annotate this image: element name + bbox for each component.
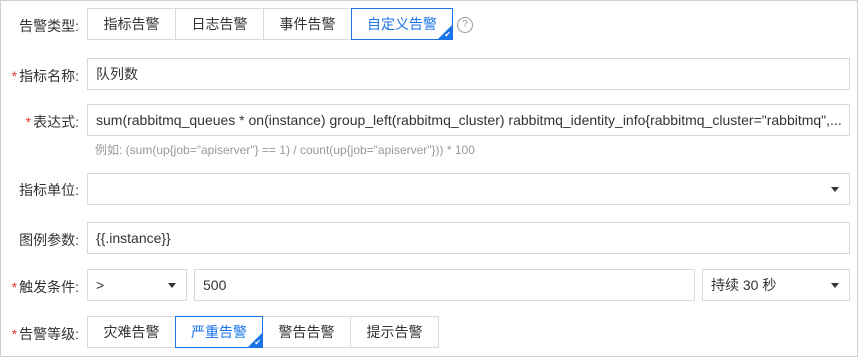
alert-type-option-custom[interactable]: 自定义告警 ✔ — [351, 8, 453, 40]
legend-param-input[interactable]: {{.instance}} — [87, 222, 850, 254]
required-mark: * — [11, 326, 18, 342]
alert-type-option-metric[interactable]: 指标告警 — [87, 8, 176, 40]
option-label: 警告告警 — [278, 324, 335, 340]
expression-input[interactable]: sum(rabbitmq_queues * on(instance) group… — [87, 104, 850, 136]
option-label: 严重告警 — [191, 324, 247, 340]
trigger-label-text: 触发条件: — [19, 279, 79, 295]
alert-type-option-event[interactable]: 事件告警 — [263, 8, 352, 40]
alert-level-label-text: 告警等级: — [19, 326, 79, 342]
trigger-operator-value: > — [96, 277, 105, 293]
alert-form: 告警类型: 指标告警 日志告警 事件告警 自定义告警 ✔ ? * 指标名称: 队列… — [0, 0, 858, 357]
expression-label-text: 表达式: — [33, 114, 79, 130]
check-icon: ✔ — [444, 30, 451, 39]
alert-level-segmented: 灾难告警 严重告警 ✔ 警告告警 提示告警 — [87, 316, 439, 348]
expression-label: * 表达式: — [26, 112, 79, 132]
trigger-threshold-input[interactable]: 500 — [194, 269, 695, 301]
legend-param-label: 图例参数: — [19, 232, 79, 248]
alert-level-option-severe[interactable]: 严重告警 ✔ — [175, 316, 263, 348]
metric-unit-select[interactable] — [87, 173, 850, 205]
option-label: 自定义告警 — [367, 16, 437, 32]
alert-type-label: 告警类型: — [19, 18, 79, 34]
metric-name-label-text: 指标名称: — [19, 68, 79, 84]
check-icon: ✔ — [254, 338, 261, 347]
option-label: 日志告警 — [191, 16, 248, 32]
metric-name-label: * 指标名称: — [12, 66, 79, 86]
option-label: 指标告警 — [103, 16, 160, 32]
option-label: 灾难告警 — [103, 324, 160, 340]
trigger-duration-select[interactable]: 持续 30 秒 — [702, 269, 850, 301]
required-mark: * — [11, 68, 18, 84]
alert-level-option-warning[interactable]: 警告告警 — [262, 316, 351, 348]
alert-type-option-log[interactable]: 日志告警 — [175, 8, 264, 40]
question-circle-icon[interactable]: ? — [457, 17, 473, 33]
trigger-duration-value: 持续 30 秒 — [711, 277, 777, 293]
required-mark: * — [25, 114, 32, 130]
chevron-down-icon — [831, 283, 839, 288]
chevron-down-icon — [168, 283, 176, 288]
required-mark: * — [11, 279, 18, 295]
metric-name-input[interactable]: 队列数 — [87, 58, 850, 90]
alert-level-option-disaster[interactable]: 灾难告警 — [87, 316, 176, 348]
chevron-down-icon — [831, 187, 839, 192]
expression-hint: 例如: (sum(up{job="apiserver"} == 1) / cou… — [95, 143, 475, 157]
alert-type-segmented: 指标告警 日志告警 事件告警 自定义告警 ✔ — [87, 8, 453, 40]
option-label: 提示告警 — [366, 324, 423, 340]
metric-unit-label: 指标单位: — [19, 182, 79, 198]
alert-level-label: * 告警等级: — [12, 324, 79, 344]
trigger-label: * 触发条件: — [12, 277, 79, 297]
trigger-operator-select[interactable]: > — [87, 269, 187, 301]
alert-level-option-info[interactable]: 提示告警 — [350, 316, 439, 348]
option-label: 事件告警 — [279, 16, 336, 32]
